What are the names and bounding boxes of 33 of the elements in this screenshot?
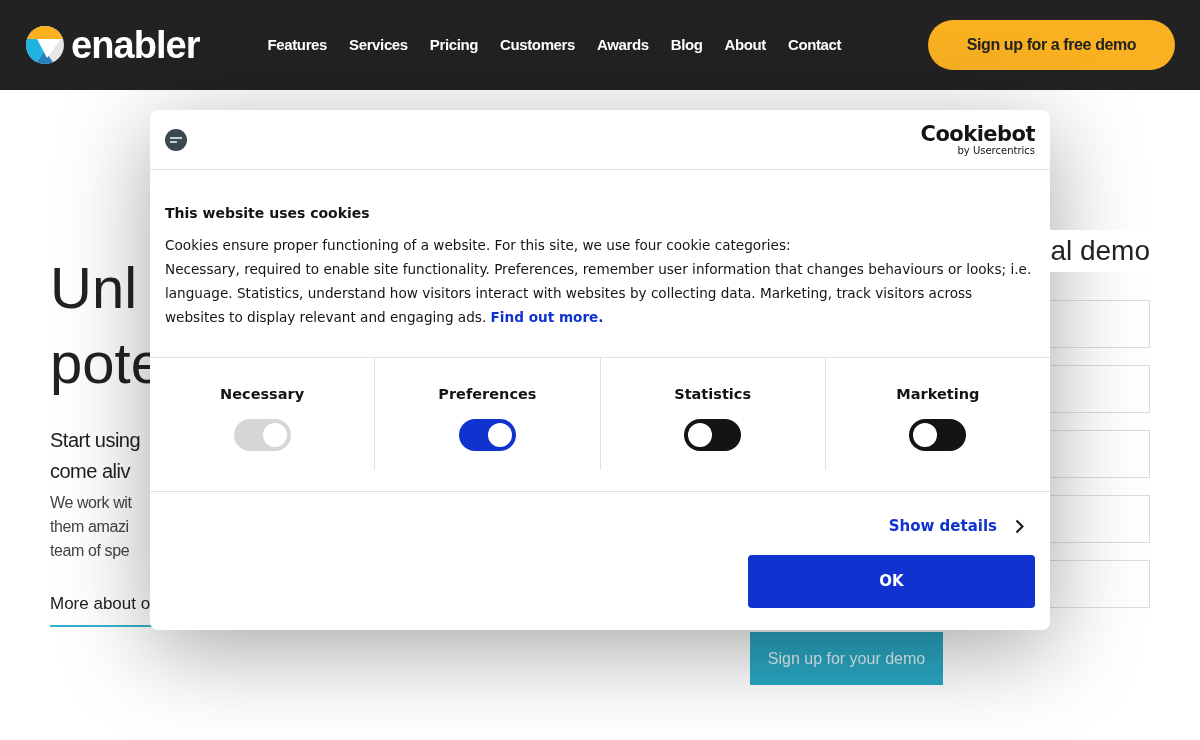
dialog-title: This website uses cookies	[165, 204, 371, 223]
body-text: them amazi	[50, 517, 129, 537]
show-details-link[interactable]: Show details	[888, 515, 1024, 538]
category-label: Necessary	[220, 385, 305, 404]
body-text: We work wit	[50, 493, 132, 513]
demo-signup-button[interactable]: Sign up for a free demo	[928, 20, 1175, 70]
nav-link[interactable]: Contact	[787, 33, 842, 57]
nav-link[interactable]: Awards	[597, 33, 649, 57]
find-out-more-link[interactable]: Find out more.	[490, 309, 604, 325]
dialog-description: Cookies ensure proper functioning of a website. For this site, we use four cookie categories: Necessary, required to enable site functionality. Preferences, remember user information that changes behaviours or looks; i.e. language. Statistics, understand how visitors interact with websites by collecting data. Marketing, track visitors across websites to display relevant and engaging ads. Find out more.	[165, 236, 1033, 327]
toggle-switch[interactable]	[684, 418, 742, 451]
toggle-switch[interactable]	[458, 418, 516, 451]
category-label: Statistics	[674, 385, 752, 404]
nav-link[interactable]: Pricing	[429, 33, 479, 57]
nav-link[interactable]: Customers	[500, 33, 575, 57]
brand-name: enabler	[71, 26, 200, 64]
provider-tagline: by Usercentrics	[957, 145, 1035, 156]
nav-link[interactable]: Features	[267, 33, 328, 57]
provider-logo-text: Cookiebot	[920, 123, 1035, 145]
category-label: Marketing	[896, 385, 980, 404]
headline-text: Unl	[50, 254, 138, 322]
nav-link[interactable]: About	[724, 33, 766, 57]
body-text: team of spe	[50, 541, 130, 561]
site-logo-icon	[165, 128, 187, 151]
nav-link[interactable]: Blog	[670, 33, 703, 57]
logo-icon	[25, 25, 65, 65]
subheading-text: Start using	[50, 428, 141, 453]
nav-link[interactable]: Services	[349, 33, 408, 57]
chevron-right-icon	[1015, 518, 1024, 534]
ok-button[interactable]: OK	[748, 554, 1035, 608]
category-label: Preferences	[438, 385, 537, 404]
subheading-text: come aliv	[50, 459, 130, 484]
toggle-switch[interactable]	[909, 418, 967, 451]
